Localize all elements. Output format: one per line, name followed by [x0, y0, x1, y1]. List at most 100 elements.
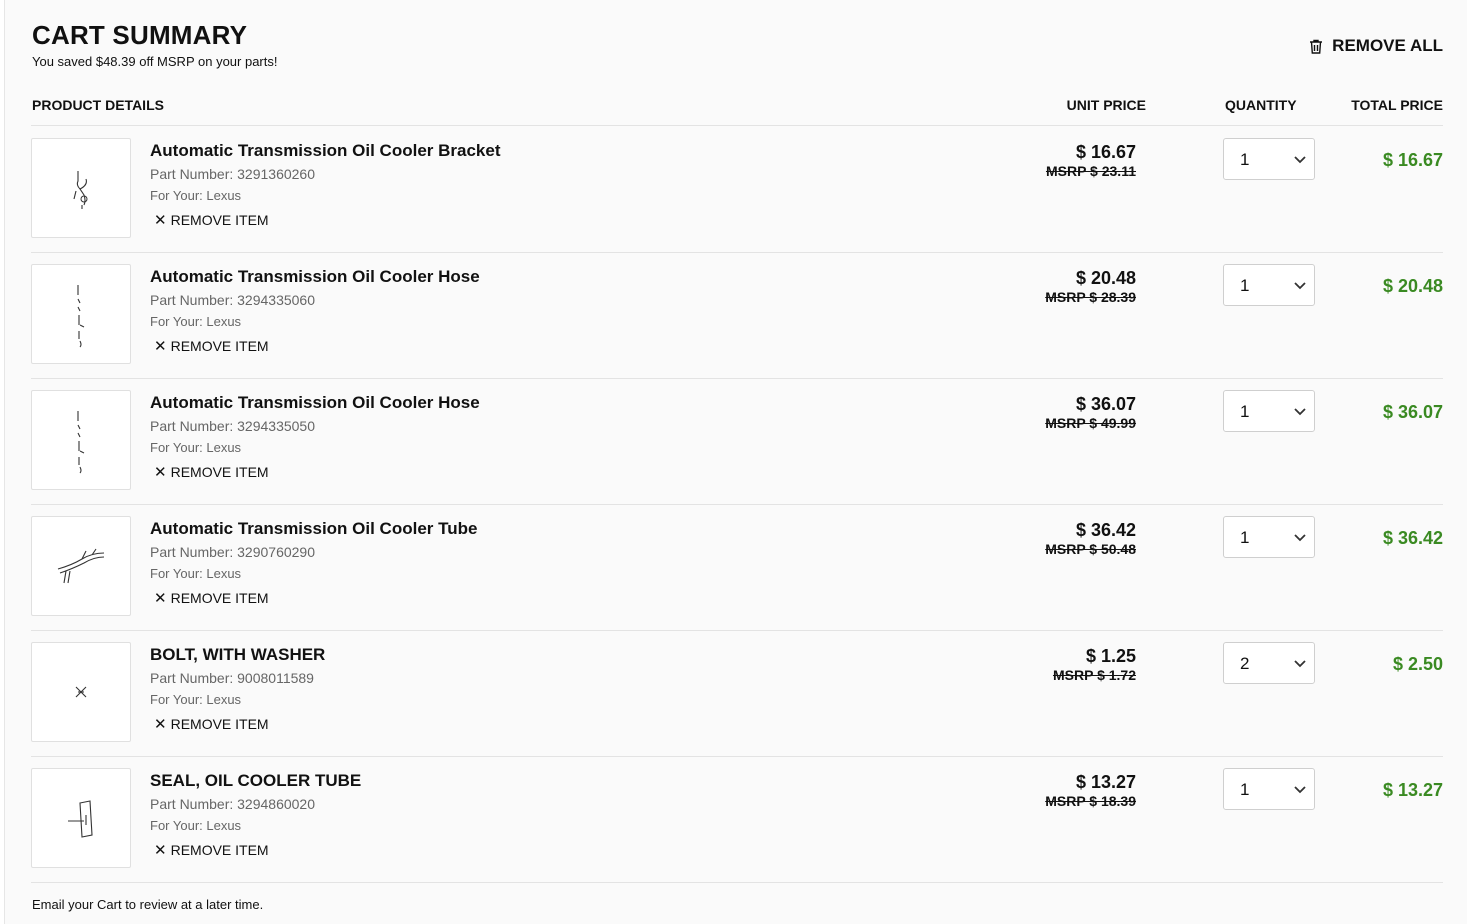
tube-part-icon — [57, 548, 105, 584]
cart-summary-panel: CART SUMMARY You saved $48.39 off MSRP o… — [4, 0, 1467, 924]
product-thumbnail[interactable] — [31, 768, 131, 868]
remove-item-label: REMOVE ITEM — [170, 464, 269, 480]
product-thumbnail[interactable] — [31, 390, 131, 490]
vehicle-fitment: For Your: Lexus — [150, 692, 242, 707]
product-name[interactable]: BOLT, WITH WASHER — [150, 645, 325, 665]
close-icon: ✕ — [154, 463, 167, 481]
quantity-select[interactable]: 1 — [1223, 390, 1315, 432]
part-number: Part Number: 3290760290 — [150, 544, 315, 560]
product-name[interactable]: Automatic Transmission Oil Cooler Hose — [150, 393, 480, 413]
total-price: $ 36.07 — [1382, 402, 1443, 422]
product-name[interactable]: Automatic Transmission Oil Cooler Tube — [150, 519, 477, 539]
unit-price: $ 20.48 — [1075, 268, 1136, 288]
unit-price: $ 13.27 — [1075, 772, 1136, 792]
column-header-total-price: TOTAL PRICE — [1351, 97, 1443, 113]
remove-item-button[interactable]: ✕ REMOVE ITEM — [154, 590, 269, 606]
quantity-value: 1 — [1240, 780, 1250, 799]
product-thumbnail[interactable] — [31, 264, 131, 364]
chevron-down-icon — [1294, 156, 1306, 164]
remove-item-label: REMOVE ITEM — [170, 590, 269, 606]
part-number: Part Number: 3291360260 — [150, 166, 315, 182]
unit-price: $ 36.07 — [1075, 394, 1136, 414]
msrp-price: MSRP $ 18.39 — [1045, 793, 1136, 809]
hose-part-icon — [77, 411, 85, 474]
remove-item-label: REMOVE ITEM — [170, 716, 269, 732]
product-thumbnail[interactable] — [31, 516, 131, 616]
quantity-value: 1 — [1240, 276, 1250, 295]
cart-item-row: BOLT, WITH WASHER Part Number: 900801158… — [31, 630, 1443, 757]
remove-item-button[interactable]: ✕ REMOVE ITEM — [154, 464, 269, 480]
product-name[interactable]: Automatic Transmission Oil Cooler Hose — [150, 267, 480, 287]
remove-item-button[interactable]: ✕ REMOVE ITEM — [154, 716, 269, 732]
close-icon: ✕ — [154, 589, 167, 607]
total-price: $ 13.27 — [1382, 780, 1443, 800]
remove-item-button[interactable]: ✕ REMOVE ITEM — [154, 338, 269, 354]
remove-all-button[interactable]: REMOVE ALL — [1309, 36, 1443, 56]
part-number: Part Number: 3294860020 — [150, 796, 315, 812]
cart-item-row: Automatic Transmission Oil Cooler Tube P… — [31, 504, 1443, 631]
quantity-select[interactable]: 1 — [1223, 768, 1315, 810]
remove-item-label: REMOVE ITEM — [170, 338, 269, 354]
product-name[interactable]: SEAL, OIL COOLER TUBE — [150, 771, 361, 791]
vehicle-fitment: For Your: Lexus — [150, 314, 242, 329]
total-price: $ 2.50 — [1392, 654, 1443, 674]
msrp-price: MSRP $ 49.99 — [1045, 415, 1136, 431]
seal-part-icon — [68, 800, 93, 838]
remove-all-label: REMOVE ALL — [1332, 36, 1443, 55]
unit-price: $ 16.67 — [1075, 142, 1136, 162]
part-number: Part Number: 3294335050 — [150, 418, 315, 434]
cart-item-row: Automatic Transmission Oil Cooler Bracke… — [31, 126, 1443, 253]
email-cart-text: Email your Cart to review at a later tim… — [32, 897, 264, 912]
remove-item-button[interactable]: ✕ REMOVE ITEM — [154, 842, 269, 858]
product-thumbnail[interactable] — [31, 642, 131, 742]
msrp-price: MSRP $ 23.11 — [1045, 163, 1136, 179]
msrp-price: MSRP $ 1.72 — [1052, 667, 1136, 683]
cart-item-row: Automatic Transmission Oil Cooler Hose P… — [31, 252, 1443, 379]
total-price: $ 36.42 — [1382, 528, 1443, 548]
total-price: $ 20.48 — [1382, 276, 1443, 296]
close-icon: ✕ — [154, 337, 167, 355]
unit-price: $ 36.42 — [1075, 520, 1136, 540]
quantity-select[interactable]: 1 — [1223, 516, 1315, 558]
unit-price: $ 1.25 — [1085, 646, 1136, 666]
part-number: Part Number: 3294335060 — [150, 292, 315, 308]
close-icon: ✕ — [154, 841, 167, 859]
product-thumbnail[interactable] — [31, 138, 131, 238]
remove-item-label: REMOVE ITEM — [170, 842, 269, 858]
quantity-select[interactable]: 1 — [1223, 138, 1315, 180]
close-icon: ✕ — [154, 211, 167, 229]
savings-message: You saved $48.39 off MSRP on your parts! — [32, 54, 278, 69]
cart-item-row: Automatic Transmission Oil Cooler Hose P… — [31, 378, 1443, 505]
column-header-unit-price: UNIT PRICE — [1066, 97, 1146, 113]
vehicle-fitment: For Your: Lexus — [150, 188, 242, 203]
quantity-value: 1 — [1240, 528, 1250, 547]
bolt-part-icon — [75, 686, 87, 698]
cart-item-row: SEAL, OIL COOLER TUBE Part Number: 32948… — [31, 756, 1443, 883]
msrp-price: MSRP $ 28.39 — [1045, 289, 1136, 305]
part-number: Part Number: 9008011589 — [150, 670, 314, 686]
close-icon: ✕ — [154, 715, 167, 733]
chevron-down-icon — [1294, 408, 1306, 416]
vehicle-fitment: For Your: Lexus — [150, 818, 242, 833]
quantity-value: 1 — [1240, 402, 1250, 421]
chevron-down-icon — [1294, 660, 1306, 668]
chevron-down-icon — [1294, 786, 1306, 794]
quantity-value: 2 — [1240, 654, 1250, 673]
page-title: CART SUMMARY — [32, 20, 248, 50]
product-name[interactable]: Automatic Transmission Oil Cooler Bracke… — [150, 141, 500, 161]
column-header-product-details: PRODUCT DETAILS — [32, 97, 164, 113]
chevron-down-icon — [1294, 534, 1306, 542]
quantity-select[interactable]: 1 — [1223, 264, 1315, 306]
bracket-part-icon — [73, 171, 88, 209]
vehicle-fitment: For Your: Lexus — [150, 566, 242, 581]
quantity-select[interactable]: 2 — [1223, 642, 1315, 684]
trash-icon — [1310, 39, 1323, 54]
total-price: $ 16.67 — [1382, 150, 1443, 170]
msrp-price: MSRP $ 50.48 — [1045, 541, 1136, 557]
remove-item-label: REMOVE ITEM — [170, 212, 269, 228]
chevron-down-icon — [1294, 282, 1306, 290]
quantity-value: 1 — [1240, 150, 1250, 169]
hose-part-icon — [77, 285, 85, 348]
remove-item-button[interactable]: ✕ REMOVE ITEM — [154, 212, 269, 228]
vehicle-fitment: For Your: Lexus — [150, 440, 242, 455]
